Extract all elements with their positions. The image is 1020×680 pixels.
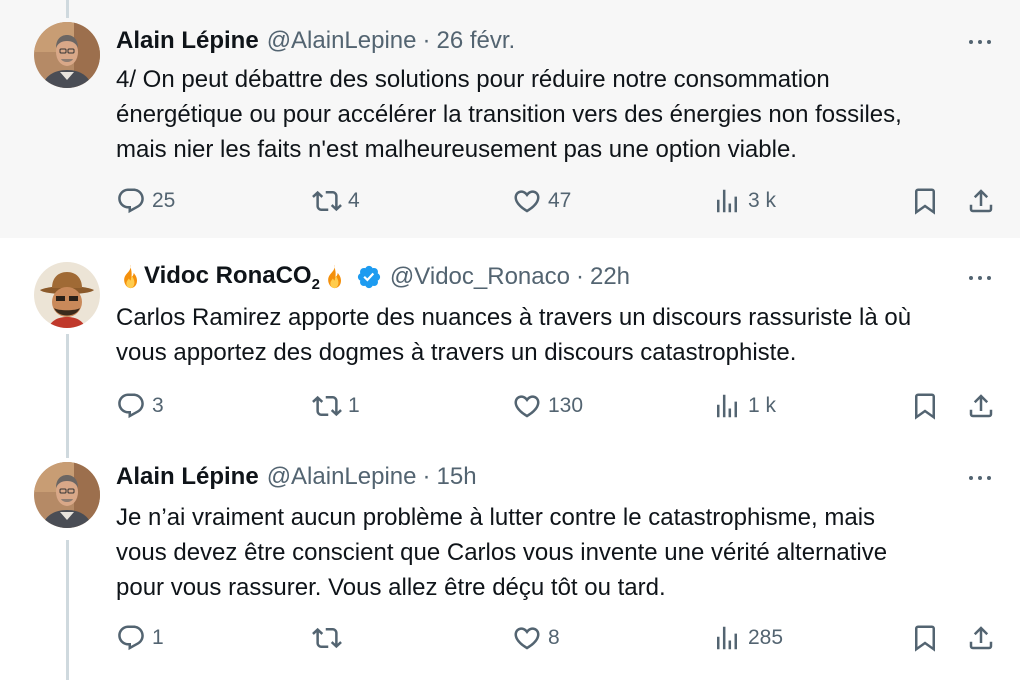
retweet-count: 4 bbox=[348, 189, 360, 212]
retweet-icon bbox=[312, 186, 342, 216]
tweet-text-line: énergétique ou pour accélérer la transit… bbox=[116, 101, 902, 128]
author-name[interactable]: Vidoc RonaCO2 bbox=[144, 262, 320, 293]
thread-line bbox=[66, 334, 69, 454]
separator: · bbox=[422, 463, 431, 490]
author-name[interactable]: Alain Lépine bbox=[116, 27, 259, 55]
share-icon bbox=[966, 391, 996, 421]
retweet-icon bbox=[312, 623, 342, 653]
tweet-actions: 1 8 285 bbox=[116, 621, 996, 655]
retweet-button[interactable] bbox=[312, 621, 348, 655]
tweet[interactable]: Alain Lépine @AlainLepine · 15h Je n’ai … bbox=[0, 454, 1020, 680]
retweet-count: 1 bbox=[348, 394, 360, 417]
avatar[interactable] bbox=[34, 462, 100, 528]
tweet-actions: 3 1 130 1 k bbox=[116, 389, 996, 423]
views-icon bbox=[712, 391, 742, 421]
author-name-text: Vidoc RonaCO bbox=[144, 261, 312, 289]
retweet-button[interactable]: 4 bbox=[312, 184, 360, 218]
thread-line bbox=[66, 454, 69, 458]
reply-icon bbox=[116, 391, 146, 421]
author-handle[interactable]: @AlainLepine bbox=[267, 27, 417, 55]
bookmark-icon bbox=[910, 186, 940, 216]
views-button[interactable]: 285 bbox=[712, 621, 783, 655]
fire-icon bbox=[116, 263, 144, 291]
tweet[interactable]: Vidoc RonaCO2 @Vidoc_Ronaco · 22h Carlos… bbox=[0, 238, 1020, 454]
tweet-text-line: mais nier les faits n'est malheureusemen… bbox=[116, 136, 797, 163]
author-name-subscript: 2 bbox=[311, 275, 320, 293]
share-button[interactable] bbox=[966, 184, 996, 218]
like-count: 8 bbox=[548, 626, 560, 649]
tweet-header: Alain Lépine @AlainLepine · 26 févr. bbox=[116, 24, 515, 58]
bookmark-button[interactable] bbox=[910, 389, 940, 423]
thread-line bbox=[66, 540, 69, 680]
like-button[interactable]: 130 bbox=[512, 389, 583, 423]
like-button[interactable]: 8 bbox=[512, 621, 560, 655]
heart-icon bbox=[512, 391, 542, 421]
views-count: 3 k bbox=[748, 189, 777, 212]
timestamp[interactable]: 26 févr. bbox=[437, 27, 516, 55]
more-icon[interactable] bbox=[962, 30, 998, 54]
author-handle[interactable]: @AlainLepine bbox=[267, 463, 417, 491]
more-icon[interactable] bbox=[962, 266, 998, 290]
avatar-image bbox=[34, 462, 100, 528]
bookmark-icon bbox=[910, 623, 940, 653]
timestamp[interactable]: 22h bbox=[590, 263, 630, 291]
tweet-text-line: 4/ On peut débattre des solutions pour r… bbox=[116, 66, 830, 93]
avatar[interactable] bbox=[34, 22, 100, 88]
bookmark-button[interactable] bbox=[910, 184, 940, 218]
reply-icon bbox=[116, 623, 146, 653]
views-button[interactable]: 3 k bbox=[712, 184, 776, 218]
tweet-text: Carlos Ramirez apporte des nuances à tra… bbox=[116, 300, 996, 370]
views-count: 285 bbox=[748, 626, 784, 649]
views-icon bbox=[712, 186, 742, 216]
bookmark-button[interactable] bbox=[910, 621, 940, 655]
more-icon[interactable] bbox=[962, 466, 998, 490]
tweet-text-line: Je n’ai vraiment aucun problème à lutter… bbox=[116, 504, 876, 531]
like-count: 47 bbox=[548, 189, 572, 212]
like-count: 130 bbox=[548, 394, 584, 417]
tweet-text: 4/ On peut débattre des solutions pour r… bbox=[116, 62, 996, 167]
separator: · bbox=[575, 263, 584, 290]
bookmark-icon bbox=[910, 391, 940, 421]
share-icon bbox=[966, 186, 996, 216]
like-button[interactable]: 47 bbox=[512, 184, 571, 218]
reply-count: 3 bbox=[152, 394, 164, 417]
views-icon bbox=[712, 623, 742, 653]
retweet-icon bbox=[312, 391, 342, 421]
tweet-text-line: pour vous rassurer. Vous allez être déçu… bbox=[116, 574, 666, 601]
timestamp[interactable]: 15h bbox=[437, 463, 477, 491]
tweet-text-line: vous devez être conscient que Carlos vou… bbox=[116, 539, 888, 566]
avatar-image bbox=[34, 22, 100, 88]
author-name[interactable]: Alain Lépine bbox=[116, 463, 259, 491]
views-count: 1 k bbox=[748, 394, 777, 417]
separator: · bbox=[422, 27, 431, 54]
tweet-header: Alain Lépine @AlainLepine · 15h bbox=[116, 460, 477, 494]
heart-icon bbox=[512, 623, 542, 653]
reply-count: 25 bbox=[152, 189, 176, 212]
views-button[interactable]: 1 k bbox=[712, 389, 776, 423]
reply-button[interactable]: 1 bbox=[116, 621, 164, 655]
avatar[interactable] bbox=[34, 262, 100, 328]
tweet-text: Je n’ai vraiment aucun problème à lutter… bbox=[116, 500, 996, 605]
tweet[interactable]: Alain Lépine @AlainLepine · 26 févr. 4/ … bbox=[0, 0, 1020, 238]
retweet-button[interactable]: 1 bbox=[312, 389, 360, 423]
verified-badge-icon[interactable] bbox=[356, 264, 382, 290]
share-icon bbox=[966, 623, 996, 653]
reply-count: 1 bbox=[152, 626, 164, 649]
share-button[interactable] bbox=[966, 621, 996, 655]
fire-icon bbox=[320, 263, 348, 291]
tweet-actions: 25 4 47 3 k bbox=[116, 184, 996, 218]
tweet-header: Vidoc RonaCO2 @Vidoc_Ronaco · 22h bbox=[116, 260, 630, 294]
reply-button[interactable]: 25 bbox=[116, 184, 175, 218]
tweet-text-line: vous apportez des dogmes à travers un di… bbox=[116, 339, 797, 366]
tweet-text-line: Carlos Ramirez apporte des nuances à tra… bbox=[116, 304, 912, 331]
reply-button[interactable]: 3 bbox=[116, 389, 164, 423]
reply-icon bbox=[116, 186, 146, 216]
heart-icon bbox=[512, 186, 542, 216]
author-handle[interactable]: @Vidoc_Ronaco bbox=[390, 263, 570, 291]
avatar-image bbox=[34, 262, 100, 328]
thread-line bbox=[66, 0, 69, 18]
share-button[interactable] bbox=[966, 389, 996, 423]
